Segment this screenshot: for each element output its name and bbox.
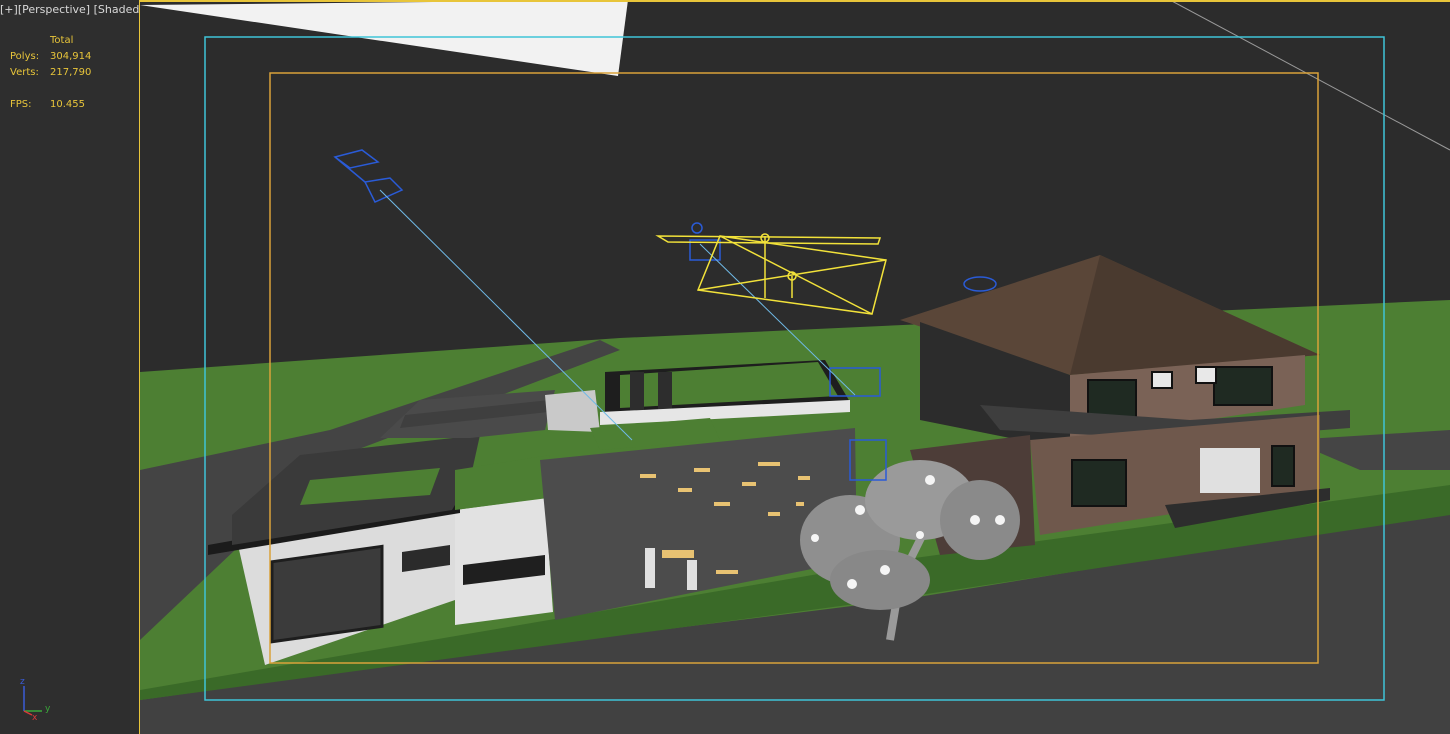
wall-niche-2 xyxy=(687,560,697,590)
garage-door xyxy=(270,544,384,644)
window-small-white-2 xyxy=(1195,366,1217,384)
window-small-white xyxy=(1151,371,1173,389)
stats-panel: [+][Perspective] [Shaded] Total Polys: 3… xyxy=(0,0,140,734)
stats-polys-label: Polys: xyxy=(10,51,40,62)
viewport-menu-view[interactable]: [Perspective] xyxy=(18,3,90,16)
viewport-label: [+][Perspective] [Shaded] xyxy=(0,0,139,20)
window-upper-2 xyxy=(1213,366,1273,406)
stats-fps-label: FPS: xyxy=(10,99,32,110)
x-axis-label: x xyxy=(32,713,38,721)
terrace-bar-2 xyxy=(658,372,672,412)
stats-fps-value: 10.455 xyxy=(50,99,85,110)
stair-block xyxy=(545,390,600,432)
z-axis-label: z xyxy=(20,677,25,687)
stats-column-header: Total xyxy=(50,35,74,46)
viewport-menu-plus[interactable]: [+] xyxy=(0,3,18,16)
y-axis-label: y xyxy=(45,704,51,714)
door xyxy=(1271,445,1295,487)
wall-niche xyxy=(645,548,655,588)
3d-viewport[interactable]: [+][Perspective] [Shaded] Total Polys: 3… xyxy=(0,0,1450,734)
stats-verts-label: Verts: xyxy=(10,67,39,78)
scene-render[interactable] xyxy=(0,0,1450,734)
terrace-bar xyxy=(630,372,644,412)
stats-verts-value: 217,790 xyxy=(50,67,92,78)
viewport-menu-shading[interactable]: [Shaded] xyxy=(94,3,139,16)
window-lower-1 xyxy=(1071,459,1127,507)
stats-polys-value: 304,914 xyxy=(50,51,92,62)
porch xyxy=(1200,448,1260,493)
axis-tripod-icon: z y x xyxy=(20,677,51,721)
